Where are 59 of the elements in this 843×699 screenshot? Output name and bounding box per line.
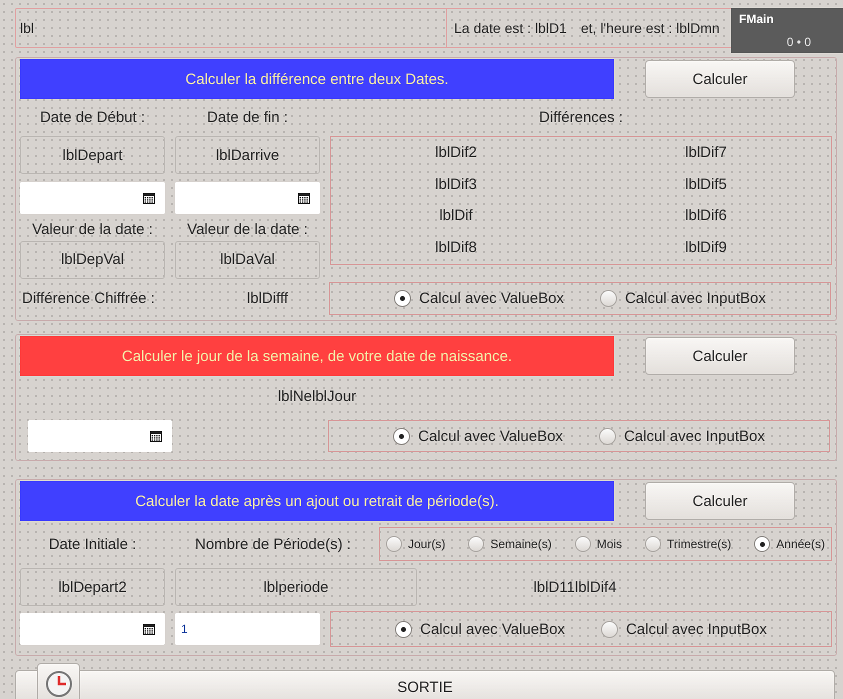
radio-option[interactable]: Calcul avec ValueBox — [395, 620, 565, 638]
calculate-button[interactable]: Calculer — [645, 337, 795, 375]
value-display: lblDarrive — [175, 136, 320, 174]
value-display: lblDepVal — [20, 240, 165, 278]
date-field[interactable] — [28, 420, 172, 452]
value-display: lblDepart2 — [20, 568, 165, 606]
value-display: lblDepart — [20, 136, 165, 174]
difference-label: lblDif7 — [685, 144, 727, 162]
value-display: lblDaVal — [175, 240, 320, 278]
radio-option[interactable]: Trimestre(s) — [645, 536, 732, 552]
calendar-icon[interactable] — [143, 623, 155, 635]
difference-label: lblDif9 — [685, 238, 727, 256]
form-label: lbl — [19, 20, 34, 36]
calculate-button[interactable]: Calculer — [645, 482, 795, 520]
difference-label: lblDif3 — [435, 176, 477, 193]
calculate-button[interactable]: Calculer — [645, 60, 795, 98]
radio-option[interactable]: Mois — [574, 536, 622, 552]
difference-label: lblDif2 — [435, 144, 477, 162]
field-label: Date de fin : — [207, 109, 288, 126]
result-label: lblDifff — [246, 290, 288, 306]
radio-option[interactable]: Année(s) — [754, 536, 825, 552]
clock-button[interactable] — [37, 663, 80, 699]
difference-label: lblDif8 — [435, 238, 477, 256]
radio-option[interactable]: Calcul avec ValueBox — [393, 428, 563, 444]
field-label: Valeur de la date : — [32, 220, 153, 238]
difference-label: lblDif5 — [685, 176, 727, 193]
result-label: lblD11lblDif4 — [532, 578, 618, 596]
date-label: La date est : lblD1 — [454, 20, 567, 36]
calendar-icon[interactable] — [150, 430, 162, 442]
radio-option[interactable]: Semaine(s) — [468, 536, 552, 552]
field-label: Date de Début : — [40, 109, 146, 126]
date-field[interactable] — [20, 613, 165, 645]
radio-option[interactable]: Calcul avec InputBox — [600, 290, 766, 306]
title-banner: Calculer la différence entre deux Dates. — [20, 59, 614, 99]
difference-label: lblDif6 — [685, 207, 727, 224]
calendar-icon[interactable] — [143, 192, 155, 204]
field-label: Date Initiale : — [48, 536, 138, 552]
clock-icon — [44, 670, 72, 698]
result-label: lblNelblJour — [278, 388, 356, 404]
field-label: Différence Chiffrée : — [21, 290, 155, 306]
title-banner: Calculer la date après un ajout ou retrait de période(s). — [20, 481, 614, 521]
number-field[interactable]: 1 — [175, 613, 320, 645]
title-banner: Calculer le jour de la semaine, de votre date de naissance. — [20, 336, 614, 376]
field-label: Nombre de Période(s) : — [195, 536, 351, 552]
radio-option[interactable]: Calcul avec InputBox — [600, 620, 767, 638]
exit-button[interactable]: SORTIE — [15, 670, 835, 699]
time-label: et, l'heure est : lblDmn — [580, 20, 720, 36]
date-field[interactable] — [20, 182, 165, 214]
value-display: lblperiode — [175, 568, 417, 606]
date-field[interactable] — [175, 182, 320, 214]
calendar-icon[interactable] — [298, 192, 310, 204]
radio-option[interactable]: Calcul avec ValueBox — [394, 290, 564, 306]
field-label: Valeur de la date : — [187, 220, 308, 238]
cursor-position: 0 • 0 — [786, 35, 811, 49]
radio-option[interactable]: Calcul avec InputBox — [598, 428, 765, 444]
difference-label: lblDif — [439, 207, 473, 224]
section-label: Différences : — [539, 109, 623, 126]
form-name: FMain — [739, 12, 774, 26]
radio-option[interactable]: Jour(s) — [386, 536, 446, 552]
